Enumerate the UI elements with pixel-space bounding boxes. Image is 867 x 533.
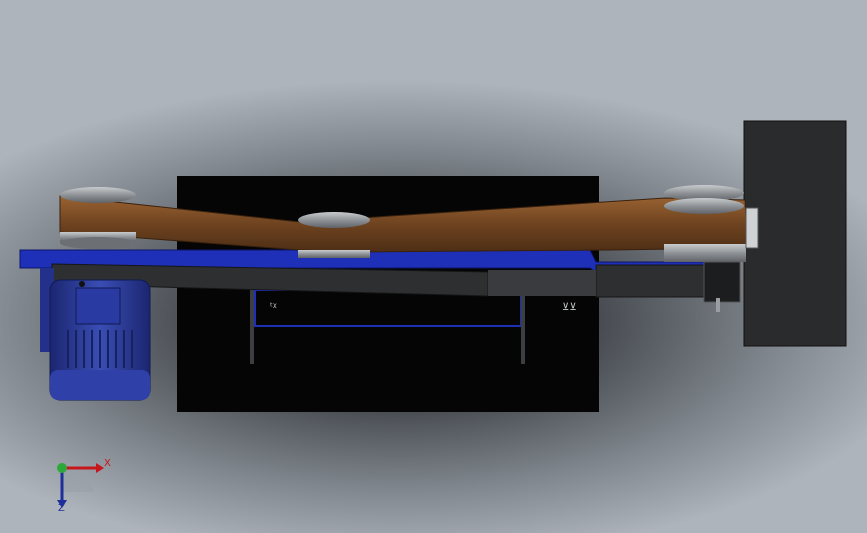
spindle-tip [716,298,720,312]
side-clamp [745,207,759,249]
cad-graphics-viewport[interactable]: ᵗᵡ ⊻⊻ X Z [0,0,867,533]
arm-bracket [488,270,596,296]
end-plate[interactable] [743,120,847,347]
orientation-triad: X Z [40,450,140,520]
wing-nut-right: ⊻⊻ [562,302,577,313]
y-axis-dot [57,463,67,473]
electric-motor[interactable] [40,268,151,401]
leg-left [250,288,254,364]
triad-axes [57,463,104,508]
x-axis-label: X [104,458,111,469]
leg-right [521,288,525,364]
wing-nut-left: ᵗᵡ [270,302,277,313]
spindle-housing [703,261,741,303]
z-axis-label: Z [58,503,65,514]
